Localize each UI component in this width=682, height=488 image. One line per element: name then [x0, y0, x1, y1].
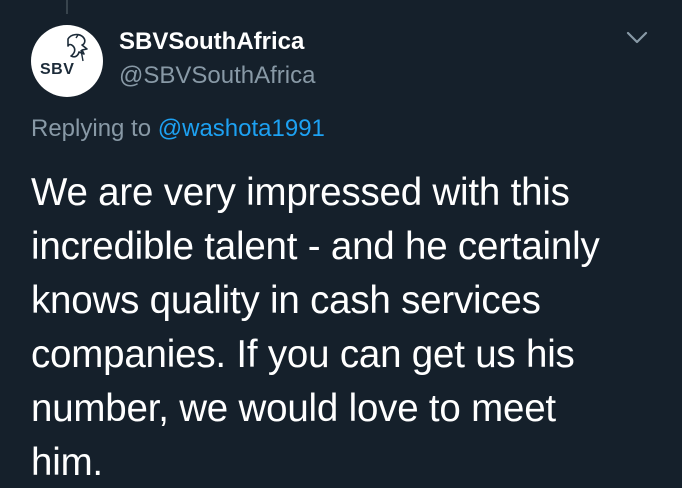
mention-link[interactable]: @washota1991: [158, 115, 325, 142]
replying-to-line: Replying to @washota1991: [31, 115, 325, 143]
tweet-text: We are very impressed with this incredib…: [31, 171, 600, 484]
thread-connector-line: [66, 0, 68, 14]
tweet-card[interactable]: SBV SBVSouthAfrica @SBVSouthAfrica Reply…: [0, 0, 682, 488]
replying-to-label: Replying to: [31, 115, 158, 142]
display-name[interactable]: SBVSouthAfrica: [119, 28, 304, 56]
chevron-down-icon[interactable]: [626, 30, 648, 46]
avatar[interactable]: SBV: [31, 25, 103, 97]
avatar-logo-text: SBV: [40, 61, 75, 78]
user-handle[interactable]: @SBVSouthAfrica: [119, 62, 315, 90]
